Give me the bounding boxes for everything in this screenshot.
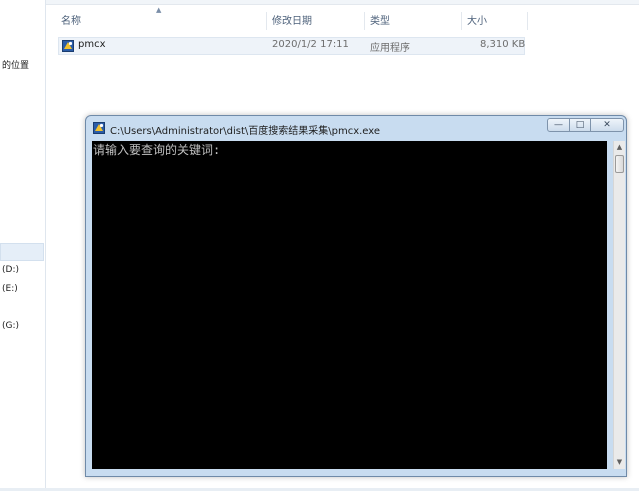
column-separator[interactable] <box>266 12 267 30</box>
close-button[interactable]: ✕ <box>590 118 624 132</box>
column-header-name[interactable]: 名称 <box>61 12 81 30</box>
file-name: pmcx <box>78 39 106 50</box>
scrollbar-thumb[interactable] <box>615 155 624 173</box>
exe-icon <box>62 40 74 52</box>
console-screen[interactable]: 请输入要查询的关键词: <box>92 141 607 469</box>
column-separator[interactable] <box>527 12 528 30</box>
column-header-modified[interactable]: 修改日期 <box>272 12 312 30</box>
column-header-size[interactable]: 大小 <box>467 12 487 30</box>
console-title: C:\Users\Administrator\dist\百度搜索结果采集\pmc… <box>110 126 381 137</box>
nav-item-drive-d[interactable]: (D:) <box>2 265 19 275</box>
nav-item-drive-e[interactable]: (E:) <box>2 284 18 294</box>
column-header-type[interactable]: 类型 <box>370 12 390 30</box>
scroll-down-icon[interactable]: ▼ <box>614 457 625 468</box>
exe-icon <box>93 122 105 134</box>
nav-item-drive-g[interactable]: (G:) <box>2 321 19 331</box>
file-modified: 2020/1/2 17:11 <box>272 39 349 50</box>
navigation-pane: 的位置 (D:) (E:) (G:) <box>0 0 46 491</box>
vertical-scrollbar[interactable]: ▲ ▼ <box>613 141 625 469</box>
column-separator[interactable] <box>461 12 462 30</box>
maximize-button[interactable]: □ <box>569 118 591 132</box>
file-size: 8,310 KB <box>480 39 526 50</box>
column-separator[interactable] <box>364 12 365 30</box>
console-output: 请输入要查询的关键词: <box>93 143 221 157</box>
console-titlebar[interactable]: C:\Users\Administrator\dist\百度搜索结果采集\pmc… <box>86 116 626 141</box>
toolbar-strip <box>0 0 639 5</box>
scroll-up-icon[interactable]: ▲ <box>614 142 625 153</box>
sort-arrow-icon: ▲ <box>156 6 162 14</box>
console-window[interactable]: C:\Users\Administrator\dist\百度搜索结果采集\pmc… <box>85 115 627 477</box>
file-type: 应用程序 <box>370 43 410 54</box>
nav-item-selected[interactable] <box>0 243 44 261</box>
minimize-button[interactable]: — <box>547 118 570 132</box>
nav-item-location[interactable]: 的位置 <box>2 58 29 71</box>
